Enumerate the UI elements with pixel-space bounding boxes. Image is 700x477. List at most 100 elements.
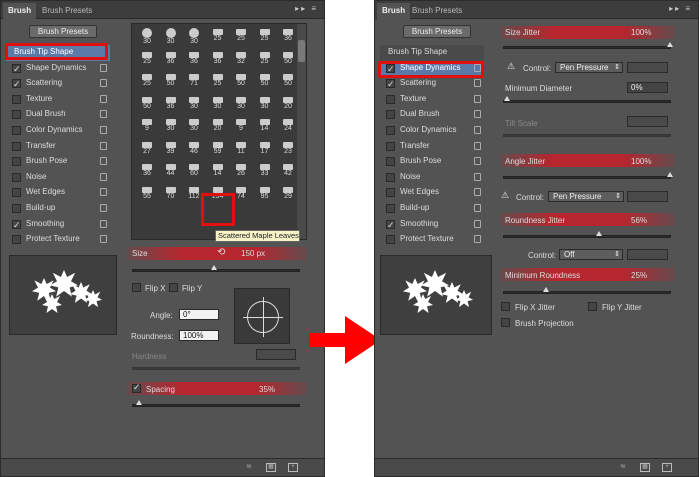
- brush-tip-cell[interactable]: 32: [230, 51, 252, 68]
- brush-tip-cell[interactable]: 25: [254, 51, 276, 68]
- sidebar-item-color-dynamics[interactable]: Color Dynamics: [380, 123, 484, 139]
- grid-scrollbar[interactable]: [297, 24, 306, 239]
- brush-tip-cell[interactable]: 95: [254, 186, 276, 203]
- brush-tip-cell[interactable]: 27: [136, 141, 158, 158]
- enable-checkbox[interactable]: [386, 203, 395, 213]
- enable-checkbox[interactable]: [12, 188, 21, 198]
- sidebar-item-scattering[interactable]: Scattering: [6, 76, 110, 92]
- brush-projection-checkbox[interactable]: [501, 318, 510, 327]
- brush-tip-cell[interactable]: 30: [230, 96, 252, 113]
- brush-tip-cell[interactable]: 50: [277, 73, 299, 90]
- brush-tip-cell[interactable]: 25: [136, 73, 158, 90]
- brush-tip-cell[interactable]: 50: [277, 51, 299, 68]
- sidebar-item-protect-texture[interactable]: Protect Texture: [380, 232, 484, 248]
- angle-field[interactable]: 0°: [179, 309, 219, 320]
- brush-presets-button[interactable]: Brush Presets: [29, 25, 97, 38]
- sidebar-item-noise[interactable]: Noise: [380, 170, 484, 186]
- brush-tip-cell[interactable]: 39: [160, 141, 182, 158]
- enable-checkbox[interactable]: [386, 218, 395, 232]
- brush-tip-cell[interactable]: 14: [207, 163, 229, 180]
- flip-x-jitter-checkbox[interactable]: [501, 302, 510, 311]
- enable-checkbox[interactable]: [12, 77, 21, 91]
- brush-tip-cell[interactable]: 23: [277, 141, 299, 158]
- brush-presets-button[interactable]: Brush Presets: [403, 25, 471, 38]
- brush-tip-cell[interactable]: 33: [254, 163, 276, 180]
- sidebar-item-dual-brush[interactable]: Dual Brush: [6, 107, 110, 123]
- lock-icon[interactable]: [474, 141, 481, 150]
- flip-x-checkbox[interactable]: [132, 283, 141, 292]
- enable-checkbox[interactable]: [12, 62, 21, 76]
- control-select-roundness[interactable]: Off: [559, 249, 623, 260]
- panel-menu-icon[interactable]: ▸▸ ≡: [669, 4, 692, 13]
- size-jitter-value[interactable]: 100%: [631, 28, 651, 37]
- lock-icon[interactable]: [100, 188, 107, 197]
- sidebar-item-wet-edges[interactable]: Wet Edges: [6, 185, 110, 201]
- brush-tip-cell[interactable]: 36: [136, 163, 158, 180]
- size-value[interactable]: 150 px: [241, 249, 265, 258]
- sidebar-item-wet-edges[interactable]: Wet Edges: [380, 185, 484, 201]
- brush-tip-cell[interactable]: 36: [160, 96, 182, 113]
- control-select-size[interactable]: Pen Pressure: [555, 62, 623, 73]
- sidebar-item-dual-brush[interactable]: Dual Brush: [380, 107, 484, 123]
- brush-tip-cell[interactable]: 44: [160, 163, 182, 180]
- tilt-scale-field[interactable]: [627, 116, 668, 127]
- lock-icon[interactable]: [100, 94, 107, 103]
- brush-tip-cell[interactable]: 24: [277, 118, 299, 135]
- brush-tip-cell[interactable]: 60: [183, 163, 205, 180]
- angle-roundness-dial[interactable]: [234, 288, 290, 344]
- reset-size-icon[interactable]: ⟲: [217, 247, 225, 258]
- roundness-field[interactable]: 100%: [179, 330, 219, 341]
- brush-tip-cell[interactable]: 50: [230, 73, 252, 90]
- enable-checkbox[interactable]: [12, 203, 21, 213]
- brush-tip-cell[interactable]: 30: [183, 96, 205, 113]
- tilt-scale-slider[interactable]: [503, 134, 671, 137]
- flip-y-checkbox[interactable]: [169, 283, 178, 292]
- lock-icon[interactable]: [474, 203, 481, 212]
- hardness-field[interactable]: [256, 349, 296, 360]
- enable-checkbox[interactable]: [12, 110, 21, 120]
- enable-checkbox[interactable]: [386, 157, 395, 167]
- tab-brush-presets[interactable]: Brush Presets: [407, 3, 467, 19]
- brush-tip-cell[interactable]: 30: [136, 28, 158, 45]
- brush-tip-cell[interactable]: 17: [254, 141, 276, 158]
- brush-tip-cell[interactable]: 25: [207, 73, 229, 90]
- sidebar-item-texture[interactable]: Texture: [380, 92, 484, 108]
- brush-tip-cell[interactable]: 29: [277, 186, 299, 203]
- control-value-roundness[interactable]: [627, 249, 668, 260]
- lock-icon[interactable]: [474, 188, 481, 197]
- sidebar-item-color-dynamics[interactable]: Color Dynamics: [6, 123, 110, 139]
- control-select-angle[interactable]: Pen Pressure: [548, 191, 624, 202]
- angle-jitter-slider[interactable]: [503, 172, 673, 179]
- size-jitter-slider[interactable]: [503, 42, 673, 49]
- brush-tip-cell[interactable]: 11: [230, 141, 252, 158]
- brush-tip-cell[interactable]: 36: [277, 28, 299, 45]
- lock-icon[interactable]: [474, 157, 481, 166]
- brush-tip-cell[interactable]: 70: [160, 186, 182, 203]
- brush-tip-cell[interactable]: 50: [160, 73, 182, 90]
- brush-tip-cell[interactable]: 46: [183, 141, 205, 158]
- min-diameter-slider[interactable]: [503, 96, 671, 103]
- brush-tip-cell[interactable]: 71: [183, 73, 205, 90]
- enable-checkbox[interactable]: [386, 94, 395, 104]
- lock-icon[interactable]: [100, 79, 107, 88]
- lock-icon[interactable]: [474, 79, 481, 88]
- sidebar-item-smoothing[interactable]: Smoothing: [6, 217, 110, 233]
- lock-icon[interactable]: [100, 125, 107, 134]
- brush-tip-cell[interactable]: 42: [277, 163, 299, 180]
- toggle-preview-icon[interactable]: ≈: [244, 462, 254, 472]
- control-value-size[interactable]: [627, 62, 668, 73]
- enable-checkbox[interactable]: [386, 125, 395, 135]
- toggle-preview-icon[interactable]: ≈: [618, 462, 628, 472]
- lock-icon[interactable]: [474, 94, 481, 103]
- roundness-jitter-value[interactable]: 56%: [631, 216, 647, 225]
- tab-brush[interactable]: Brush: [3, 3, 37, 19]
- brush-tip-cell[interactable]: 25: [254, 28, 276, 45]
- sidebar-item-shape-dynamics[interactable]: Shape Dynamics: [6, 61, 110, 77]
- lock-icon[interactable]: [474, 110, 481, 119]
- lock-icon[interactable]: [100, 110, 107, 119]
- hardness-slider[interactable]: [132, 367, 300, 370]
- brush-tip-cell[interactable]: 30: [160, 28, 182, 45]
- enable-checkbox[interactable]: [12, 235, 21, 245]
- spacing-value[interactable]: 35%: [259, 385, 275, 394]
- lock-icon[interactable]: [474, 235, 481, 244]
